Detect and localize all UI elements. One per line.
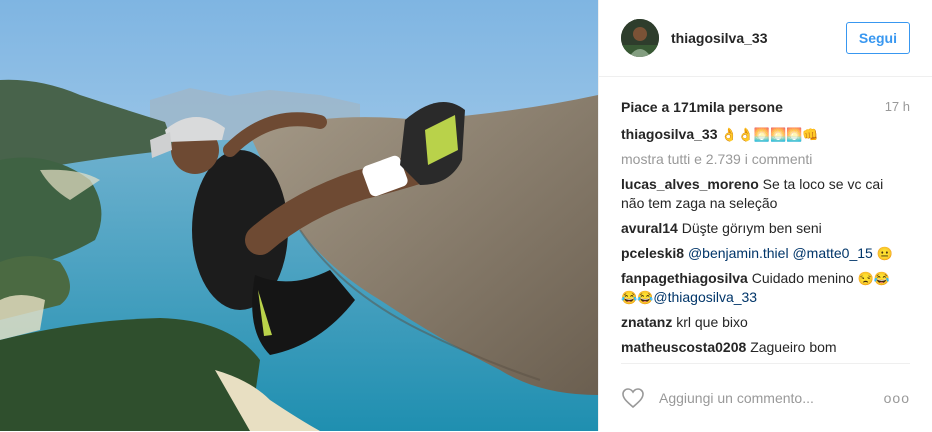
comment-username[interactable]: avural14 <box>621 220 678 236</box>
comment-text: Cuidado menino <box>751 270 854 286</box>
caption: thiagosilva_33 👌👌🌅🌅🌅👊 <box>621 125 910 144</box>
comment-emoji: 😐 <box>876 246 893 261</box>
comment-username[interactable]: matheuscosta0208 <box>621 339 746 355</box>
show-all-comments-link[interactable]: mostra tutti e 2.739 i commenti <box>621 150 910 169</box>
comment-text: krl que bixo <box>676 314 748 330</box>
caption-username[interactable]: thiagosilva_33 <box>621 126 718 142</box>
post-username[interactable]: thiagosilva_33 <box>671 30 846 46</box>
comment-mention[interactable]: @thiagosilva_33 <box>653 289 757 305</box>
comment-item: fanpagethiagosilva Cuidado menino 😒😂 😂😂@… <box>621 269 910 307</box>
comment-item: lucas_alves_moreno Se ta loco se vc cai … <box>621 175 910 213</box>
post-footer: ooo <box>621 363 910 432</box>
post-photo[interactable] <box>0 0 598 431</box>
comment-username[interactable]: lucas_alves_moreno <box>621 176 759 192</box>
comment-username[interactable]: pceleski8 <box>621 245 684 261</box>
comments-list: thiagosilva_33 👌👌🌅🌅🌅👊 mostra tutti e 2.7… <box>599 115 932 357</box>
comment-item: pceleski8 @benjamin.thiel @matte0_15 😐 <box>621 244 910 263</box>
more-options-icon[interactable]: ooo <box>884 390 910 406</box>
comment-mention[interactable]: @benjamin.thiel <box>688 245 789 261</box>
instagram-post: thiagosilva_33 Segui Piace a 171mila per… <box>0 0 932 431</box>
likes-count[interactable]: Piace a 171mila persone <box>621 99 783 115</box>
avatar[interactable] <box>621 19 659 57</box>
heart-icon[interactable] <box>621 386 645 410</box>
comment-mention[interactable]: @matte0_15 <box>792 245 872 261</box>
post-photo-image <box>0 0 598 431</box>
post-sidebar: thiagosilva_33 Segui Piace a 171mila per… <box>598 0 932 431</box>
comment-text: Zagueiro bom <box>750 339 837 355</box>
comment-emoji: 😒😂 <box>857 271 890 286</box>
comment-username[interactable]: fanpagethiagosilva <box>621 270 748 286</box>
post-timestamp[interactable]: 17 h <box>885 99 910 115</box>
post-meta: Piace a 171mila persone 17 h <box>599 77 932 115</box>
add-comment-input[interactable] <box>657 389 884 407</box>
comment-item: matheuscosta0208 Zagueiro bom <box>621 338 910 357</box>
comment-text: Düşte görıym ben seni <box>681 220 822 236</box>
comment-item: znatanz krl que bixo <box>621 313 910 332</box>
comment-emoji: 😂😂 <box>621 290 654 305</box>
caption-emoji: 👌👌🌅🌅🌅👊 <box>721 127 819 142</box>
follow-button[interactable]: Segui <box>845 22 910 54</box>
comment-username[interactable]: znatanz <box>621 314 672 330</box>
post-header: thiagosilva_33 Segui <box>599 0 932 77</box>
comment-item: avural14 Düşte görıym ben seni <box>621 219 910 238</box>
